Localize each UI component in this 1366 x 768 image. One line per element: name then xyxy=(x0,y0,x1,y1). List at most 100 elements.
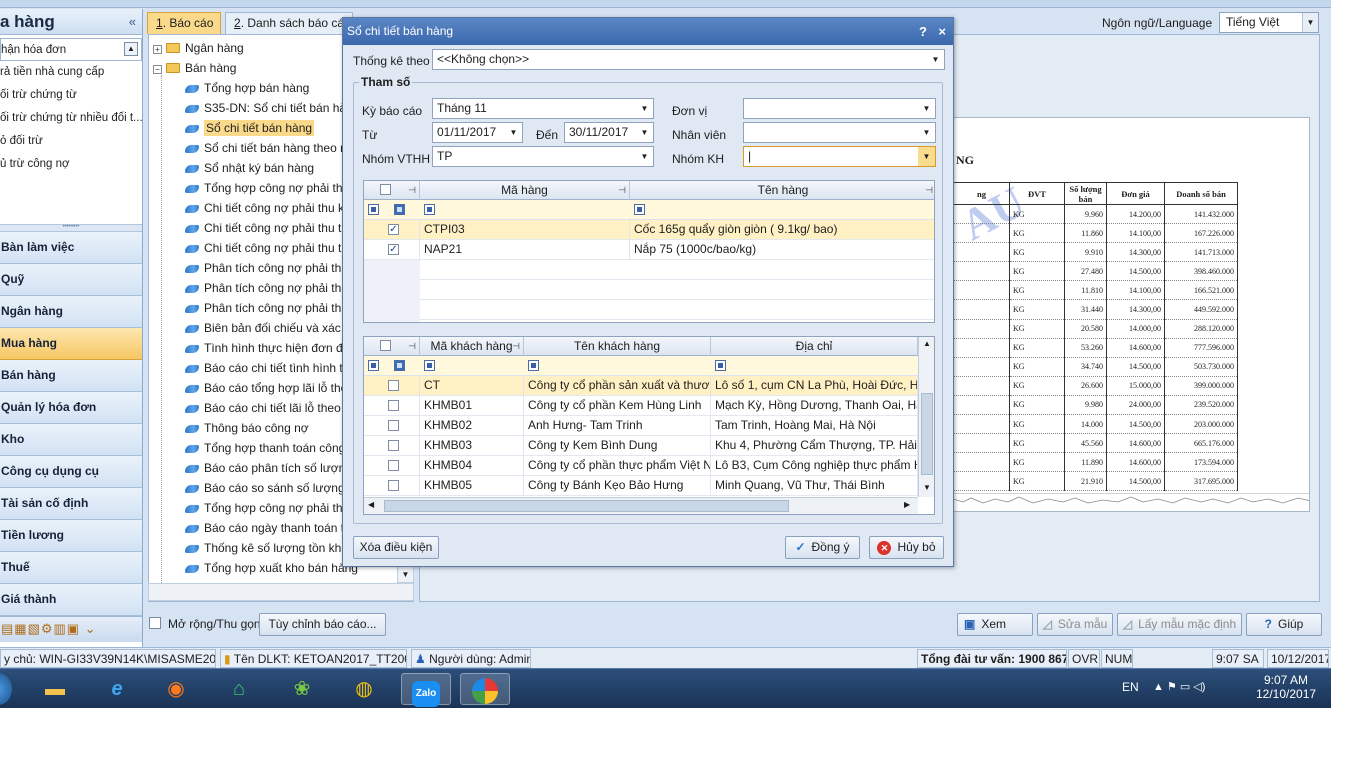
internet-explorer-icon[interactable]: e xyxy=(92,673,142,705)
help-icon[interactable]: ? xyxy=(919,18,927,45)
row-checkbox[interactable]: ✓ xyxy=(388,244,399,255)
pin-icon[interactable]: ⊣ xyxy=(925,181,933,199)
tree-report-item[interactable]: Báo cáo ngày thanh toán the xyxy=(185,518,357,538)
view-button[interactable]: ▣ Xem xyxy=(957,613,1033,636)
col-dia-chi[interactable]: Địa chỉ xyxy=(711,337,918,356)
tree-report-item[interactable]: Tình hình thực hiện đơn đặt xyxy=(185,338,353,358)
edit-template-button[interactable]: ◿ Sửa mẫu xyxy=(1037,613,1113,636)
filter-icon[interactable] xyxy=(368,204,379,215)
tree-report-item[interactable]: Báo cáo chi tiết tình hình th xyxy=(185,358,349,378)
tree-report-item[interactable]: Tổng hợp bán hàng xyxy=(185,78,309,98)
tree-report-item[interactable]: Phân tích công nợ phải thu t xyxy=(185,258,355,278)
customize-report-button[interactable]: Tùy chỉnh báo cáo... xyxy=(259,613,386,636)
expand-collapse-checkbox[interactable] xyxy=(149,617,161,629)
tree-report-item[interactable]: Tổng hợp thanh toán công n xyxy=(185,438,355,458)
customers-vertical-scrollbar[interactable]: ▲ ▼ xyxy=(918,337,934,497)
den-date-field[interactable]: 30/11/2017 ▼ xyxy=(564,122,654,143)
app-home-icon[interactable]: ⌂ xyxy=(214,673,264,705)
product-row[interactable]: ✓ NAP21 Nắp 75 (1000c/bao/kg) xyxy=(364,240,934,260)
filter-icon[interactable] xyxy=(528,360,539,371)
tree-folder[interactable]: + Ngân hàng xyxy=(153,38,244,58)
tree-folder[interactable]: − Bán hàng xyxy=(153,58,236,78)
customer-row[interactable]: CT Công ty cổ phần sản xuất và thươ... Lô … xyxy=(364,376,918,396)
expand-icon[interactable]: + xyxy=(153,45,162,54)
tree-report-item[interactable]: Phân tích công nợ phải thu t xyxy=(185,278,355,298)
tree-report-item[interactable]: Thống kê số lượng tồn kho xyxy=(185,538,348,558)
nav-item[interactable]: Quản lý hóa đơn xyxy=(0,392,142,424)
app-leaf-icon[interactable]: ❀ xyxy=(277,673,327,705)
language-select[interactable]: Tiếng Việt ▼ xyxy=(1219,12,1319,33)
tree-report-item[interactable]: S35-DN: Sổ chi tiết bán hàn xyxy=(185,98,353,118)
customer-row[interactable]: KHMB03 Công ty Kem Bình Dung Khu 4, Phường… xyxy=(364,436,918,456)
select-all-checkbox[interactable] xyxy=(380,184,391,195)
product-row[interactable]: ✓ CTPI03 Cốc 165g quẩy giòn giòn ( 9.1kg/ … xyxy=(364,220,934,240)
nav-item[interactable]: Mua hàng xyxy=(0,328,142,360)
tree-report-item[interactable]: Phân tích công nợ phải thu t xyxy=(185,298,355,318)
tab-danh-sach-bao-cao[interactable]: 2. Danh sách báo cá xyxy=(225,12,353,34)
ok-button[interactable]: ✓ Đồng ý xyxy=(785,536,860,559)
row-checkbox[interactable] xyxy=(388,480,399,491)
task-item[interactable]: ỏ đối trừ xyxy=(0,130,142,153)
misa-app-icon[interactable] xyxy=(460,673,510,705)
start-button-icon[interactable] xyxy=(0,673,12,705)
tree-report-item[interactable]: Tổng hợp công nợ phải thu k xyxy=(185,178,359,198)
pin-icon[interactable]: ⊣ xyxy=(618,181,626,199)
panel-splitter[interactable]: •••••••• xyxy=(0,224,142,232)
scroll-right-icon[interactable]: ▶ xyxy=(904,500,910,509)
close-icon[interactable]: × xyxy=(938,18,946,45)
nav-item[interactable]: Bàn làm việc xyxy=(0,232,142,264)
tree-report-item[interactable]: Chi tiết công nợ phải thu kh xyxy=(185,198,351,218)
cancel-button[interactable]: ✕ Hủy bỏ xyxy=(869,536,944,559)
tree-report-item[interactable]: Sổ nhật ký bán hàng xyxy=(185,158,314,178)
row-checkbox[interactable] xyxy=(388,460,399,471)
scroll-thumb[interactable] xyxy=(384,500,789,512)
tree-report-item[interactable]: Thông báo công nợ xyxy=(185,418,309,438)
don-vi-select[interactable]: ▼ xyxy=(743,98,936,119)
help-button[interactable]: ? Giúp xyxy=(1246,613,1322,636)
nav-item[interactable]: Giá thành xyxy=(0,584,142,616)
filter-icon[interactable] xyxy=(394,360,405,371)
dialog-titlebar[interactable]: Sổ chi tiết bán hàng ? × xyxy=(343,18,953,45)
tray-icons[interactable]: ▲ ⚑ ▭ ◁) xyxy=(1153,680,1205,693)
scroll-down-icon[interactable]: ▼ xyxy=(919,483,934,492)
media-player-icon[interactable]: ◉ xyxy=(151,673,201,705)
task-item[interactable]: hận hóa đơn ▲ xyxy=(0,38,142,61)
task-item[interactable]: ối trừ chứng từ nhiều đối t... xyxy=(0,107,142,130)
scroll-up-icon[interactable]: ▲ xyxy=(124,42,138,56)
nav-item[interactable]: Công cụ dụng cụ xyxy=(0,456,142,488)
col-ten-hang[interactable]: Tên hàng ⊣ xyxy=(630,181,934,200)
filter-icon[interactable] xyxy=(424,360,435,371)
tree-report-item[interactable]: Báo cáo phân tích số lượng xyxy=(185,458,352,478)
scroll-left-icon[interactable]: ◀ xyxy=(368,500,374,509)
filter-icon[interactable] xyxy=(424,204,435,215)
clear-conditions-button[interactable]: Xóa điều kiện xyxy=(353,536,439,559)
nav-item[interactable]: Quỹ xyxy=(0,264,142,296)
nav-item[interactable]: Tiền lương xyxy=(0,520,142,552)
customers-horizontal-scrollbar[interactable]: ◀ ▶ xyxy=(364,497,918,514)
row-checkbox[interactable] xyxy=(388,440,399,451)
row-checkbox[interactable]: ✓ xyxy=(388,224,399,235)
nhan-vien-select[interactable]: ▼ xyxy=(743,122,936,143)
row-checkbox[interactable] xyxy=(388,400,399,411)
tree-report-item[interactable]: Sổ chi tiết bán hàng xyxy=(185,118,315,138)
tree-report-item[interactable]: Tổng hợp công nợ phải thu t xyxy=(185,498,356,518)
select-all-checkbox[interactable] xyxy=(380,340,391,351)
file-explorer-icon[interactable]: ▬ xyxy=(30,673,80,705)
tree-report-item[interactable]: Chi tiết công nợ phải thu the xyxy=(185,218,355,238)
scroll-thumb[interactable] xyxy=(921,393,933,475)
tree-report-item[interactable]: Sổ chi tiết bán hàng theo m xyxy=(185,138,350,158)
filter-icon[interactable] xyxy=(394,204,405,215)
tree-report-item[interactable]: Báo cáo chi tiết lãi lỗ theo đ xyxy=(185,398,351,418)
nav-item[interactable]: Bán hàng xyxy=(0,360,142,392)
scroll-up-icon[interactable]: ▲ xyxy=(919,339,934,348)
customer-row[interactable]: KHMB04 Công ty cổ phần thực phẩm Việt N..… xyxy=(364,456,918,476)
default-template-button[interactable]: ◿ Lấy mẫu mặc định xyxy=(1117,613,1242,636)
nav-item[interactable]: Kho xyxy=(0,424,142,456)
tree-report-item[interactable]: Báo cáo tổng hợp lãi lỗ theo xyxy=(185,378,354,398)
nav-item[interactable]: Thuế xyxy=(0,552,142,584)
collapse-panel-icon[interactable]: « xyxy=(129,14,136,29)
tray-language[interactable]: EN xyxy=(1122,680,1139,694)
row-checkbox[interactable] xyxy=(388,380,399,391)
nav-item[interactable]: Ngân hàng xyxy=(0,296,142,328)
customer-row[interactable]: KHMB01 Công ty cổ phần Kem Hùng Linh Mạch … xyxy=(364,396,918,416)
